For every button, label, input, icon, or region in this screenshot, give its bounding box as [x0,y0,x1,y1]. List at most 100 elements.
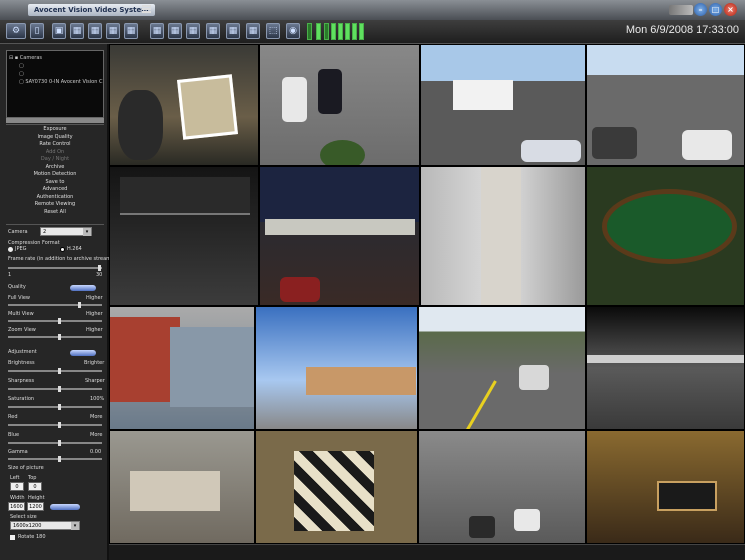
camera-feed[interactable] [586,306,745,430]
level-meter [345,23,350,40]
menu-item[interactable]: Advanced [6,186,104,194]
camera-feed[interactable] [109,306,255,430]
slider-thumb[interactable] [58,368,61,374]
feed-object [602,189,737,264]
tree-folder[interactable]: ▢ [19,63,24,69]
camera-feed[interactable] [586,166,745,306]
camera-feed[interactable] [259,166,420,306]
minimize-button[interactable]: – [694,3,707,16]
feed-object [280,277,320,302]
tree-scrollbar[interactable] [6,118,104,123]
h264-radio[interactable] [60,247,65,252]
layout-icon[interactable]: ▯ [30,23,44,39]
brighter-label: Brighter [84,360,105,366]
sharpness-slider[interactable] [8,386,102,392]
full-view-slider[interactable] [8,302,102,308]
brightness-slider[interactable] [8,368,102,374]
menu-item[interactable]: Authentication [6,194,104,202]
menu-icon[interactable] [142,5,151,13]
window-controls: – □ × [694,3,737,16]
feed-object [519,365,549,390]
slider-thumb[interactable] [58,334,61,340]
apply-size-button[interactable] [50,504,80,510]
close-button[interactable]: × [724,3,737,16]
menu-item[interactable]: Archive [6,164,104,172]
left-input[interactable]: 0 [10,482,24,491]
feed-object [177,74,238,140]
adjustment-toggle[interactable] [70,350,96,356]
camera-feed[interactable] [255,306,418,430]
feed-object [130,471,220,511]
camera-feed[interactable] [255,430,418,544]
camera-feed[interactable] [109,44,259,166]
slider-thumb[interactable] [58,440,61,446]
camera-select[interactable]: 2 ▾ [40,227,92,236]
maximize-button[interactable]: □ [709,3,722,16]
menu-item[interactable]: Rate Control [6,141,104,149]
camera-feed[interactable] [586,44,745,166]
rotate-checkbox[interactable] [10,535,15,540]
higher-label: Higher [86,311,103,317]
tree-root[interactable]: ⊟ ▪ Cameras [9,55,42,61]
zoom-view-slider[interactable] [8,334,102,340]
feed-object [464,380,497,429]
higher-label: Higher [86,327,103,333]
slider-thumb[interactable] [58,318,61,324]
menu-item[interactable]: Save to [6,179,104,187]
multi-view-slider[interactable] [8,318,102,324]
network-icon[interactable]: ⬚ [266,23,280,39]
camera-feed[interactable] [586,430,745,544]
slider-thumb[interactable] [78,302,81,308]
top-input[interactable]: 0 [28,482,42,491]
menu-item[interactable]: Motion Detection [6,171,104,179]
height-input[interactable]: 1200 [27,502,44,511]
menu-item[interactable]: Reset All [6,209,104,217]
level-meter [316,23,321,40]
level-meter [338,23,343,40]
feed-object [587,355,744,363]
red-slider[interactable] [8,422,102,428]
slider-thumb[interactable] [58,404,61,410]
quality-toggle[interactable] [70,285,96,291]
camera-feed[interactable] [418,430,586,544]
menu-item[interactable]: Image Quality [6,134,104,142]
grid9-icon[interactable]: ▦ [106,23,120,39]
tree-node[interactable]: ▢ SAY0730 0-IN Avocent Vision C [19,79,102,85]
camera-feed[interactable] [109,430,255,544]
config-icon[interactable]: ⚙ [6,23,26,39]
camera-icon[interactable]: ◉ [286,23,300,39]
sequence-icon[interactable]: ▦ [168,23,182,39]
toolbar: ⚙ ▯ ▣ ▦ ▦ ▦ ▦ ▦ ▦ ▦ ▦ ▦ ▦ ⬚ ◉ Mon 6/9/20… [0,20,745,44]
slider-thumb[interactable] [58,456,61,462]
grid16-icon[interactable]: ▦ [150,23,164,39]
blue-slider[interactable] [8,440,102,446]
camera-feed[interactable] [420,166,586,306]
saturation-slider[interactable] [8,404,102,410]
quad-view-icon[interactable]: ▦ [70,23,84,39]
camera-feed[interactable] [418,306,586,430]
grid12-icon[interactable]: ▦ [124,23,138,39]
frame-rate-slider[interactable] [8,265,102,271]
menu-item[interactable]: Remote Viewing [6,201,104,209]
feed-object [318,69,342,114]
jpeg-radio[interactable] [8,247,13,252]
tree-folder[interactable]: ▢ [19,71,24,77]
camera-feed[interactable] [420,44,586,166]
record-icon[interactable]: ▦ [226,23,240,39]
slider-thumb[interactable] [58,422,61,428]
slider-thumb[interactable] [98,265,101,271]
camera-feed[interactable] [109,166,259,306]
grid6-icon[interactable]: ▦ [88,23,102,39]
slider-thumb[interactable] [58,386,61,392]
single-view-icon[interactable]: ▣ [52,23,66,39]
schedule-icon[interactable]: ▦ [246,23,260,39]
menu-item[interactable]: Exposure [6,126,104,134]
width-input[interactable]: 1600 [8,502,25,511]
size-select[interactable]: 1600x1200 ▾ [10,521,80,530]
export-icon[interactable]: ▦ [206,23,220,39]
feed-object [306,367,416,395]
camera-tree[interactable]: ⊟ ▪ Cameras ▢ ▢ ▢ SAY0730 0-IN Avocent V… [6,50,104,118]
gamma-slider[interactable] [8,456,102,462]
camera-feed[interactable] [259,44,420,166]
snapshot-icon[interactable]: ▦ [186,23,200,39]
